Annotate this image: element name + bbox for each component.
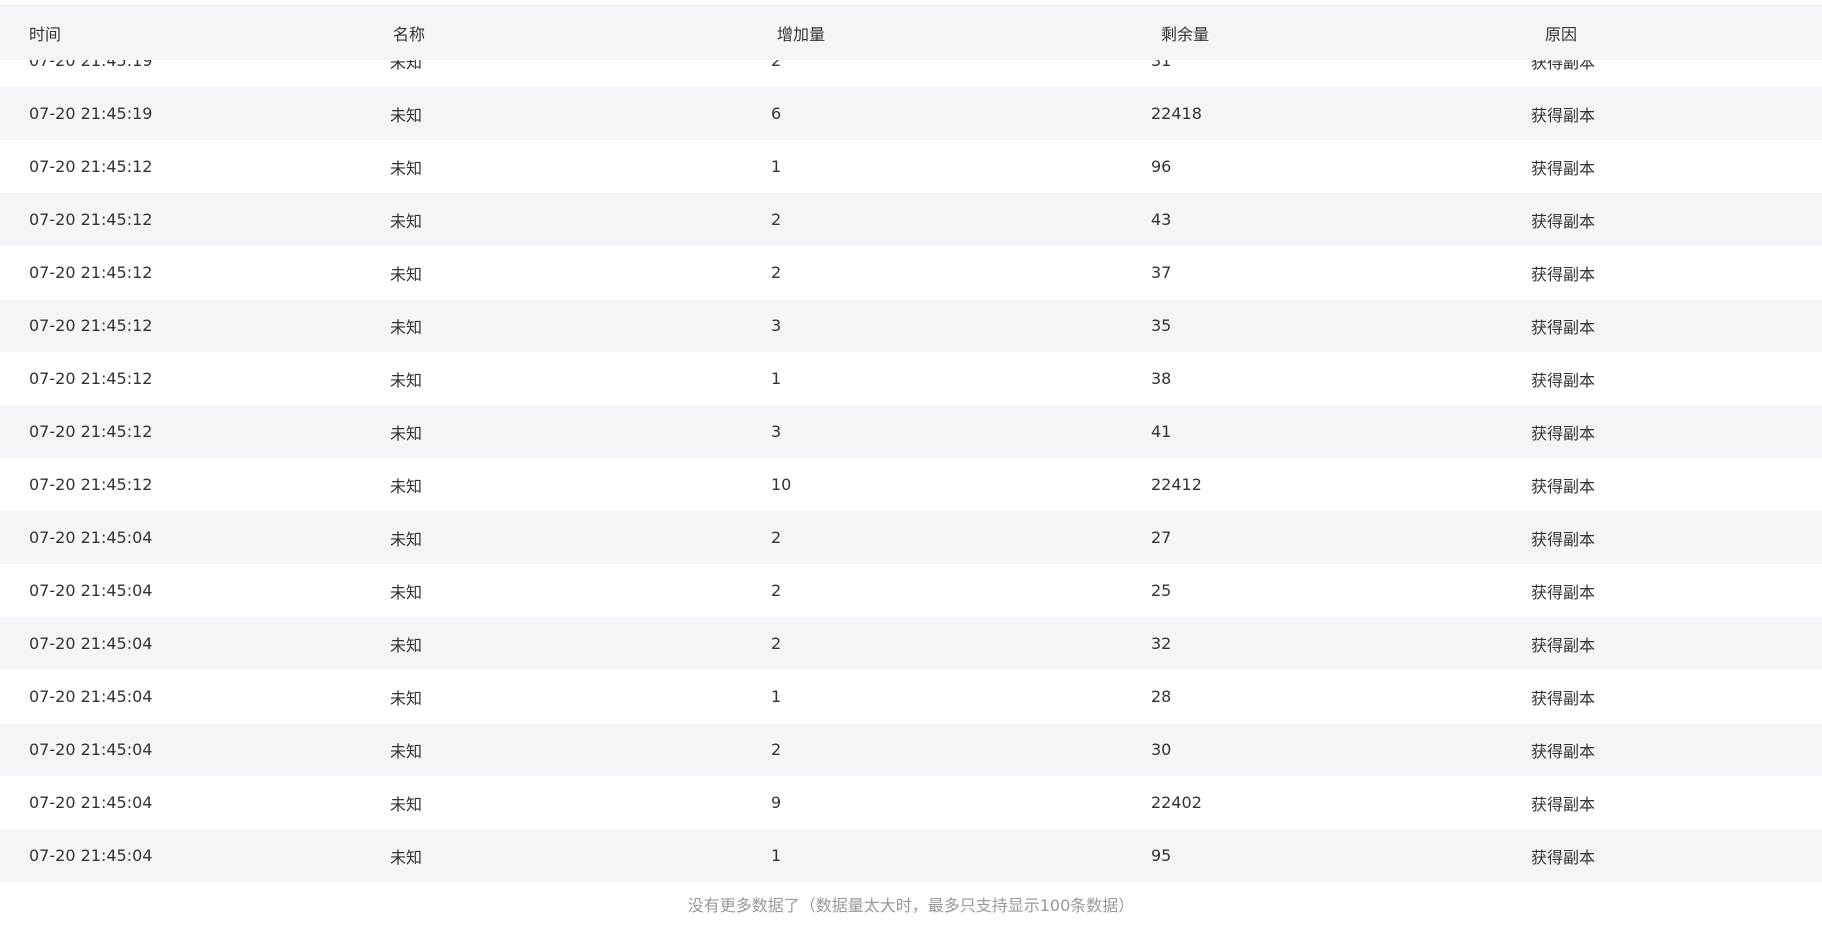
- cell-name: 未知: [390, 423, 423, 443]
- cell-increase: 10: [771, 475, 792, 494]
- cell-reason: 获得副本: [1531, 211, 1596, 231]
- cell-time: 07-20 21:45:12: [29, 369, 153, 388]
- cell-increase: 2: [771, 581, 782, 600]
- cell-time: 07-20 21:45:04: [29, 846, 153, 865]
- cell-remaining: 22418: [1151, 104, 1202, 123]
- cell-reason: 获得副本: [1531, 847, 1596, 867]
- cell-name: 未知: [390, 317, 423, 337]
- cell-time: 07-20 21:45:04: [29, 634, 153, 653]
- cell-increase: 2: [771, 263, 782, 282]
- cell-reason: 获得副本: [1531, 370, 1596, 390]
- table-row[interactable]: 07-20 21:45:19 未知 6 22418 获得副本: [0, 87, 1822, 140]
- cell-increase: 3: [771, 422, 782, 441]
- header-increase[interactable]: 增加量: [777, 6, 825, 60]
- table-row[interactable]: 07-20 21:45:04 未知 9 22402 获得副本: [0, 776, 1822, 829]
- cell-time: 07-20 21:45:04: [29, 740, 153, 759]
- table-row[interactable]: 07-20 21:45:04 未知 1 28 获得副本: [0, 670, 1822, 723]
- cell-time: 07-20 21:45:04: [29, 581, 153, 600]
- cell-time: 07-20 21:45:19: [29, 104, 153, 123]
- table-row[interactable]: 07-20 21:45:12 未知 1 96 获得副本: [0, 140, 1822, 193]
- records-page: 时间 名称 增加量 剩余量 原因 07-20 21:45:19 未知 2 3 1 获得副本…: [0, 0, 1822, 926]
- cell-increase: 3: [771, 316, 782, 335]
- cell-name: 未知: [390, 688, 423, 708]
- table-row[interactable]: 07-20 21:45:12 未知 3 41 获得副本: [0, 405, 1822, 458]
- cell-increase: 2: [771, 740, 782, 759]
- table-row[interactable]: 07-20 21:45:12 未知 2 37 获得副本: [0, 246, 1822, 299]
- cell-reason: 获得副本: [1531, 105, 1596, 125]
- cell-remaining: 38: [1151, 369, 1172, 388]
- cell-time: 07-20 21:45:12: [29, 210, 153, 229]
- no-more-data-note: 没有更多数据了（数据量太大时，最多只支持显示100条数据）: [687, 896, 1135, 915]
- cell-increase: 6: [771, 104, 782, 123]
- table-row[interactable]: 07-20 21:45:04 未知 2 32 获得副本: [0, 617, 1822, 670]
- cell-name: 未知: [390, 158, 423, 178]
- cell-name: 未知: [390, 264, 423, 284]
- cell-increase: 2: [771, 210, 782, 229]
- cell-reason: 获得副本: [1531, 688, 1596, 708]
- cell-time: 07-20 21:45:04: [29, 793, 153, 812]
- header-name[interactable]: 名称: [393, 6, 425, 60]
- cell-reason: 获得副本: [1531, 635, 1596, 655]
- table-row[interactable]: 07-20 21:45:12 未知 1 38 获得副本: [0, 352, 1822, 405]
- cell-increase: 2: [771, 528, 782, 547]
- cell-remaining: 37: [1151, 263, 1172, 282]
- cell-remaining: 96: [1151, 157, 1172, 176]
- cell-name: 未知: [390, 370, 423, 390]
- cell-name: 未知: [390, 529, 423, 549]
- cell-remaining: 41: [1151, 422, 1172, 441]
- cell-time: 07-20 21:45:12: [29, 422, 153, 441]
- cell-time: 07-20 21:45:04: [29, 687, 153, 706]
- cell-reason: 获得副本: [1531, 476, 1596, 496]
- cell-increase: 9: [771, 793, 782, 812]
- table-body[interactable]: 07-20 21:45:19 未知 2 31 获得副本 07-20 21:45:19 未知 6…: [0, 34, 1822, 882]
- header-remaining[interactable]: 剩余量: [1161, 6, 1209, 60]
- table-row[interactable]: 07-20 21:45:04 未知 2 30 获得副本: [0, 723, 1822, 776]
- table-row[interactable]: 07-20 21:45:04 未知 2 27 获得副本: [0, 511, 1822, 564]
- cell-remaining: 43: [1151, 210, 1172, 229]
- table-row[interactable]: 07-20 21:45:12 未知 2 43 获得副本: [0, 193, 1822, 246]
- cell-reason: 获得副本: [1531, 264, 1596, 284]
- cell-name: 未知: [390, 635, 423, 655]
- cell-remaining: 27: [1151, 528, 1172, 547]
- table-row[interactable]: 07-20 21:45:04 未知 2 25 获得副本: [0, 564, 1822, 617]
- cell-remaining: 35: [1151, 316, 1172, 335]
- cell-name: 未知: [390, 794, 423, 814]
- cell-remaining: 95: [1151, 846, 1172, 865]
- cell-reason: 获得副本: [1531, 741, 1596, 761]
- cell-increase: 1: [771, 369, 782, 388]
- cell-remaining: 22412: [1151, 475, 1202, 494]
- cell-reason: 获得副本: [1531, 423, 1596, 443]
- cell-name: 未知: [390, 211, 423, 231]
- cell-reason: 获得副本: [1531, 529, 1596, 549]
- cell-time: 07-20 21:45:12: [29, 316, 153, 335]
- header-time[interactable]: 时间: [29, 6, 61, 60]
- cell-increase: 1: [771, 157, 782, 176]
- cell-increase: 2: [771, 634, 782, 653]
- cell-name: 未知: [390, 741, 423, 761]
- cell-name: 未知: [390, 847, 423, 867]
- header-reason[interactable]: 原因: [1545, 6, 1577, 60]
- cell-name: 未知: [390, 476, 423, 496]
- cell-remaining: 28: [1151, 687, 1172, 706]
- table-row[interactable]: 07-20 21:45:12 未知 3 35 获得副本: [0, 299, 1822, 352]
- cell-reason: 获得副本: [1531, 317, 1596, 337]
- table-row[interactable]: 07-20 21:45:04 未知 1 95 获得副本: [0, 829, 1822, 882]
- cell-remaining: 25: [1151, 581, 1172, 600]
- cell-time: 07-20 21:45:12: [29, 157, 153, 176]
- table-row[interactable]: 07-20 21:45:12 未知 10 22412 获得副本: [0, 458, 1822, 511]
- cell-name: 未知: [390, 105, 423, 125]
- cell-remaining: 32: [1151, 634, 1172, 653]
- cell-reason: 获得副本: [1531, 158, 1596, 178]
- cell-reason: 获得副本: [1531, 582, 1596, 602]
- cell-increase: 1: [771, 846, 782, 865]
- cell-remaining: 22402: [1151, 793, 1202, 812]
- cell-remaining: 30: [1151, 740, 1172, 759]
- cell-increase: 1: [771, 687, 782, 706]
- table-header: 时间 名称 增加量 剩余量 原因: [0, 6, 1822, 60]
- cell-time: 07-20 21:45:12: [29, 475, 153, 494]
- cell-name: 未知: [390, 582, 423, 602]
- cell-time: 07-20 21:45:12: [29, 263, 153, 282]
- cell-time: 07-20 21:45:04: [29, 528, 153, 547]
- cell-reason: 获得副本: [1531, 794, 1596, 814]
